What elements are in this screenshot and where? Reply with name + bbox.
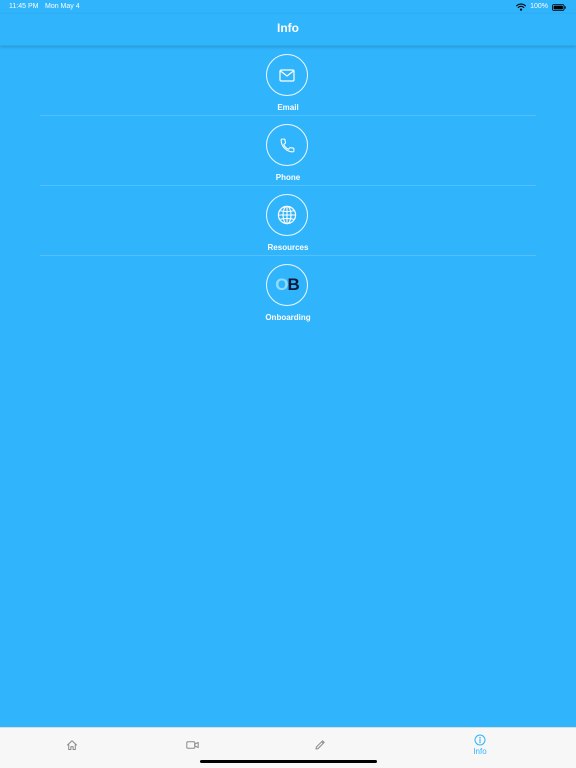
video-icon: [185, 740, 199, 750]
info-list: Email Phone Resources OB Onboarding: [40, 46, 536, 325]
onboarding-item[interactable]: OB Onboarding: [40, 256, 536, 325]
phone-icon: [279, 137, 296, 154]
tab-info[interactable]: Info: [408, 728, 552, 762]
navigation-header: Info: [0, 14, 576, 46]
wifi-icon: [516, 3, 527, 11]
onboarding-logo-o: O: [275, 275, 288, 294]
tab-video[interactable]: [120, 728, 264, 762]
resources-label: Resources: [267, 243, 309, 252]
onboarding-logo: OB: [275, 275, 300, 295]
status-indicators: 100%: [516, 0, 566, 14]
page-title: Info: [277, 21, 299, 35]
status-bar: 11:45 PM Mon May 4 100%: [0, 0, 576, 14]
pencil-icon: [314, 739, 326, 751]
battery-icon: [552, 3, 566, 11]
home-icon: [66, 739, 78, 751]
phone-item[interactable]: Phone: [40, 116, 536, 186]
phone-button[interactable]: [266, 124, 308, 166]
tab-edit[interactable]: [248, 728, 392, 762]
envelope-icon: [279, 68, 295, 82]
onboarding-logo-b: B: [287, 275, 299, 294]
resources-item[interactable]: Resources: [40, 186, 536, 256]
onboarding-label: Onboarding: [265, 313, 311, 322]
phone-label: Phone: [275, 173, 301, 182]
globe-icon: [277, 205, 297, 225]
status-date: Mon May 4: [45, 3, 80, 10]
info-icon: [474, 734, 486, 746]
battery-percentage: 100%: [530, 3, 548, 10]
resources-button[interactable]: [266, 194, 308, 236]
email-item[interactable]: Email: [40, 46, 536, 116]
status-time: 11:45 PM: [9, 3, 39, 10]
home-indicator[interactable]: [200, 760, 377, 763]
email-label: Email: [277, 103, 299, 112]
onboarding-button[interactable]: OB: [266, 264, 308, 306]
email-button[interactable]: [266, 54, 308, 96]
tab-info-label: Info: [473, 747, 487, 756]
